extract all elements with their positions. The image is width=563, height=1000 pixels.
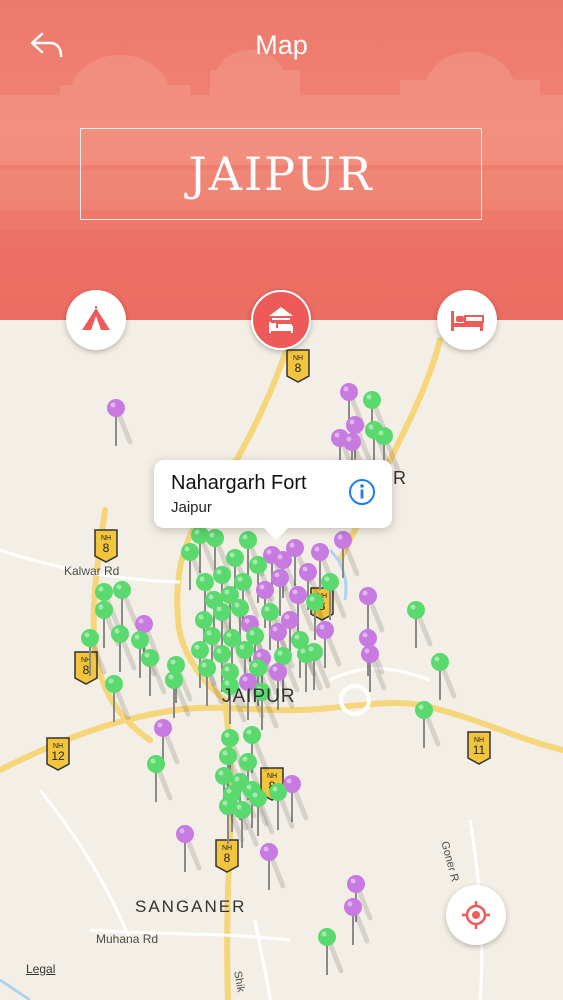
- callout-subtitle: Jaipur: [171, 499, 212, 516]
- page-title: Map: [255, 30, 308, 60]
- legal-link[interactable]: Legal: [26, 962, 55, 976]
- tent-icon: [82, 306, 110, 330]
- city-title-frame: JAIPUR: [80, 128, 482, 220]
- svg-text:8: 8: [224, 851, 231, 865]
- highway-shield-8: NH8: [94, 529, 118, 563]
- svg-text:8: 8: [295, 361, 302, 375]
- area-label-sanganer: SANGANER: [135, 897, 247, 916]
- map-pin-green[interactable]: [431, 653, 457, 700]
- info-icon[interactable]: [348, 478, 376, 506]
- map-pin-green[interactable]: [318, 928, 344, 975]
- map-pin-green[interactable]: [147, 755, 173, 802]
- map-pin-purple[interactable]: [260, 843, 286, 890]
- category-sights-button[interactable]: [251, 290, 311, 350]
- svg-text:8: 8: [103, 541, 110, 555]
- map-pin-purple[interactable]: [359, 587, 385, 634]
- road-label-kalwar: Kalwar Rd: [64, 564, 120, 578]
- city-title: JAIPUR: [188, 147, 374, 201]
- category-hotels-button[interactable]: [437, 290, 497, 350]
- museum-bed-icon: [269, 307, 293, 333]
- city-label-jaipur: JAIPUR: [222, 686, 296, 707]
- hero-banner: Map JAIPUR: [0, 0, 563, 320]
- map-pin-green[interactable]: [407, 601, 433, 648]
- locate-me-button[interactable]: [446, 885, 506, 945]
- bed-icon: [451, 311, 484, 331]
- map-pin-purple[interactable]: [107, 399, 133, 446]
- map-pin-purple[interactable]: [176, 825, 202, 872]
- map-pin-green[interactable]: [111, 625, 137, 672]
- svg-text:8: 8: [83, 663, 90, 677]
- highway-shield-8: NH8: [286, 349, 310, 383]
- highway-shield-12: NH12: [46, 737, 70, 771]
- svg-text:11: 11: [473, 743, 486, 757]
- crosshair-icon: [462, 901, 490, 929]
- city-label-partial: R: [393, 468, 406, 488]
- highway-shield-11: NH11: [467, 731, 491, 765]
- callout-title: Nahargarh Fort: [171, 472, 307, 494]
- highway-shield-8: NH8: [215, 839, 239, 873]
- svg-text:12: 12: [51, 749, 65, 763]
- road-label-muhana: Muhana Rd: [96, 932, 159, 946]
- category-attractions-button[interactable]: [66, 290, 126, 350]
- highway-shield-8: NH8: [74, 651, 98, 685]
- place-callout[interactable]: Nahargarh Fort Jaipur: [154, 460, 392, 540]
